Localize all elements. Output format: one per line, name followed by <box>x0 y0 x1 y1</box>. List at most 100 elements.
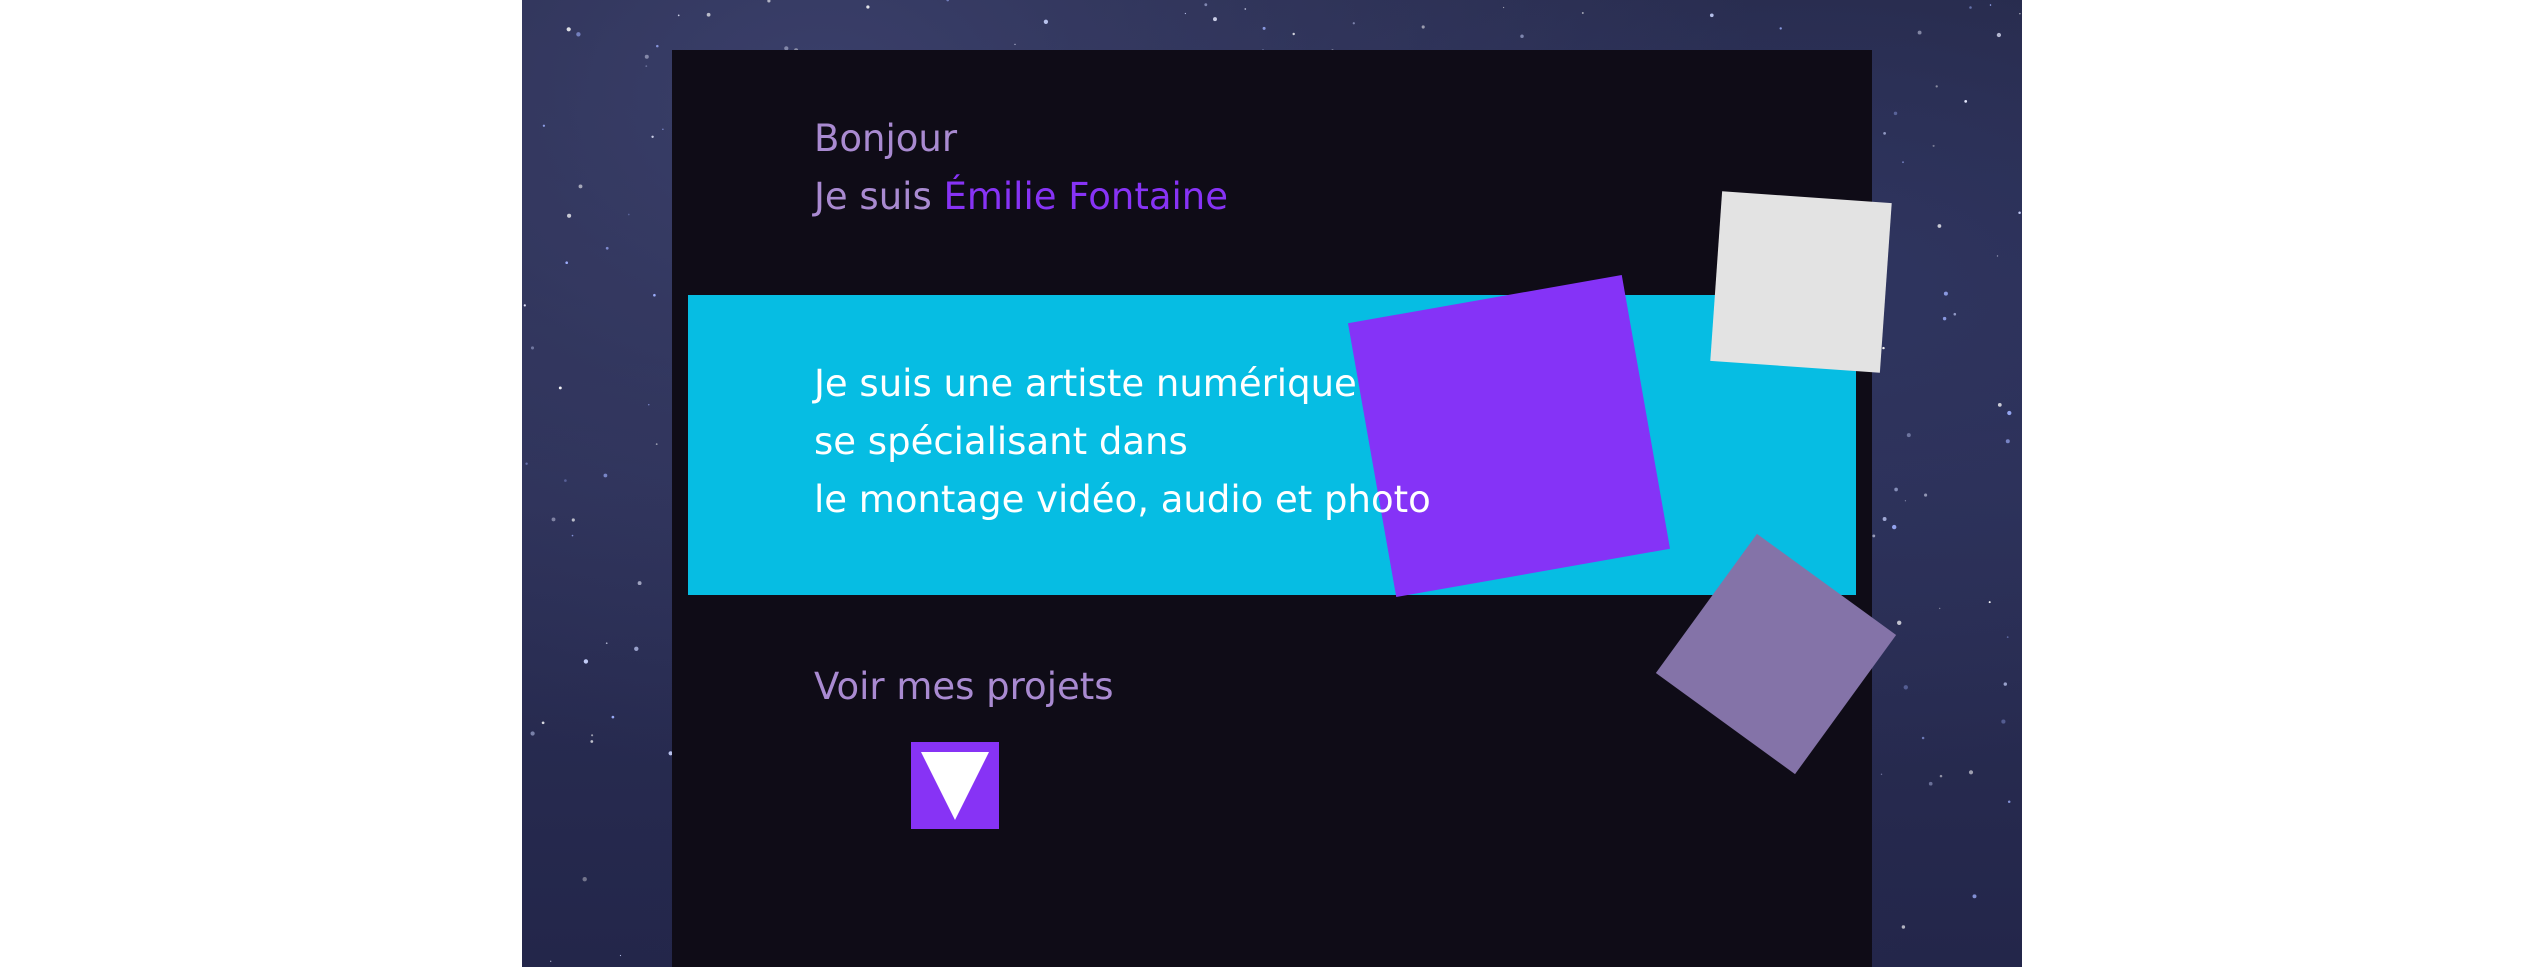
star <box>2003 682 2008 686</box>
star <box>648 404 650 406</box>
star <box>551 517 556 522</box>
star <box>1904 500 1907 502</box>
star <box>1964 100 1968 103</box>
star <box>523 304 526 307</box>
star <box>590 740 594 743</box>
star <box>583 659 589 664</box>
artist-name: Émilie Fontaine <box>943 175 1228 218</box>
scroll-down-button[interactable] <box>911 742 999 829</box>
star <box>1968 770 1974 775</box>
star <box>1244 8 1247 10</box>
star <box>656 44 659 48</box>
star <box>1953 312 1957 316</box>
star <box>1924 493 1928 497</box>
star <box>767 0 771 3</box>
star <box>1902 161 1904 164</box>
star <box>530 346 535 350</box>
star <box>1917 30 1922 35</box>
tagline-line-1: Je suis une artiste numérique <box>814 362 1357 405</box>
star <box>564 479 567 482</box>
hero-greeting: Bonjour Je suis Émilie Fontaine <box>814 110 1228 226</box>
tagline-line-2: se spécialisant dans <box>814 420 1188 463</box>
star <box>627 213 630 216</box>
star <box>619 954 622 957</box>
star <box>1989 4 1992 6</box>
intro-prefix: Je suis <box>814 175 944 218</box>
star <box>1897 620 1902 625</box>
star <box>541 721 545 725</box>
star <box>2007 800 2011 803</box>
star <box>1988 601 1991 604</box>
decorative-square-grey <box>1710 191 1892 373</box>
star <box>2019 13 2021 15</box>
star <box>2007 410 2012 416</box>
star <box>591 734 594 737</box>
star <box>1520 34 1524 38</box>
star <box>1996 32 2002 38</box>
star <box>637 581 642 586</box>
greeting-line: Bonjour <box>814 117 958 160</box>
star <box>530 731 535 736</box>
star <box>1882 346 1885 350</box>
star <box>558 386 562 390</box>
star <box>1935 85 1938 88</box>
star <box>1996 255 1999 257</box>
star <box>582 877 587 882</box>
tagline-line-3: le montage vidéo, audio et photo <box>814 478 1431 521</box>
star <box>576 32 581 37</box>
star <box>571 518 575 522</box>
star <box>2006 636 2009 638</box>
star <box>1421 25 1425 29</box>
star <box>1894 487 1898 492</box>
star <box>634 646 639 651</box>
star <box>1972 894 1977 899</box>
star <box>866 5 870 9</box>
star <box>1928 781 1933 786</box>
star <box>1906 433 1911 438</box>
star <box>1997 403 2002 407</box>
star <box>542 124 546 127</box>
star <box>1939 774 1943 778</box>
star <box>1893 111 1898 116</box>
star <box>1937 224 1942 228</box>
star <box>655 443 658 445</box>
tagline: Je suis une artiste numérique se spécial… <box>814 355 1431 529</box>
intro-line: Je suis Émilie Fontaine <box>814 168 1228 226</box>
star <box>653 293 656 297</box>
star <box>651 135 654 138</box>
star <box>2001 719 2006 724</box>
star <box>1262 26 1266 30</box>
star <box>1880 773 1883 776</box>
star <box>2018 211 2021 214</box>
star <box>1043 19 1049 24</box>
star <box>578 184 583 189</box>
star <box>706 12 711 17</box>
star <box>1932 144 1935 147</box>
view-projects-link[interactable]: Voir mes projets <box>814 658 1114 716</box>
star <box>566 27 571 32</box>
star <box>1942 316 1947 321</box>
page: Bonjour Je suis Émilie Fontaine Je suis … <box>0 0 2544 967</box>
star <box>1943 291 1948 296</box>
star <box>611 715 615 719</box>
star <box>1892 524 1897 530</box>
star <box>567 213 572 218</box>
star <box>1969 6 1972 9</box>
star <box>662 128 664 130</box>
star <box>946 0 950 2</box>
star <box>565 261 569 265</box>
star <box>644 54 649 59</box>
star <box>1872 534 1876 538</box>
star <box>605 642 608 645</box>
star <box>1502 6 1505 9</box>
star <box>603 473 608 478</box>
star <box>571 534 574 537</box>
star <box>645 65 648 67</box>
star <box>1921 736 1925 740</box>
star <box>1709 13 1714 18</box>
star <box>1213 17 1217 22</box>
star <box>1352 22 1355 25</box>
star <box>1292 32 1295 36</box>
star <box>1014 43 1016 46</box>
star <box>1883 132 1886 135</box>
